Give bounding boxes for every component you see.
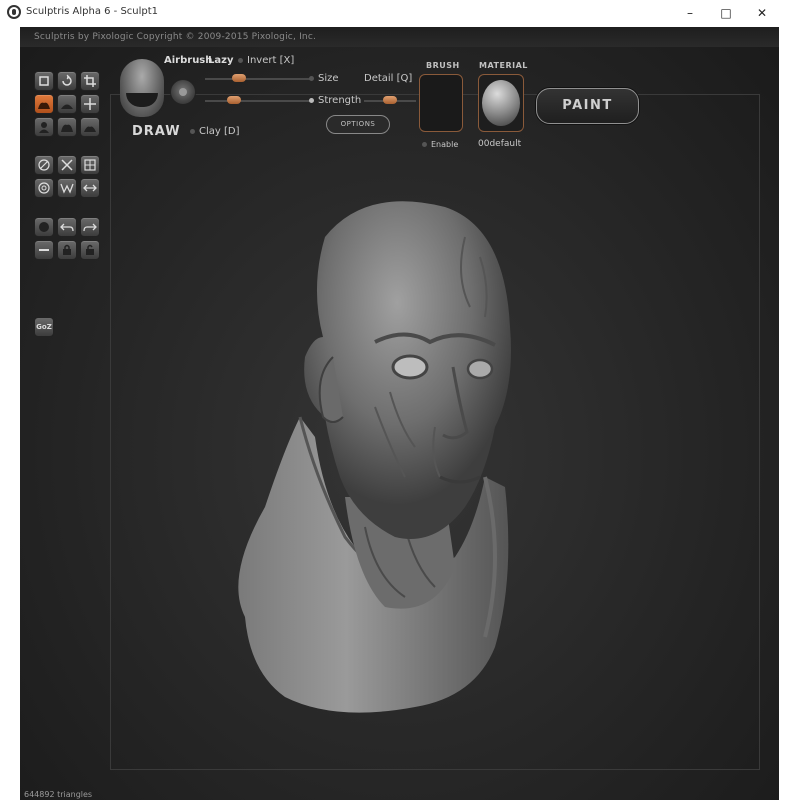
redo-tool-button[interactable] (80, 217, 100, 237)
app-header-strip: Sculptris by Pixologic Copyright © 2009-… (20, 27, 779, 47)
airbrush-toggle[interactable]: Airbrush (164, 55, 212, 66)
rotate-icon (62, 74, 72, 86)
pinch-tool-button[interactable] (80, 117, 100, 137)
paint-button[interactable]: PAINT (536, 88, 639, 124)
size-text: Size (318, 73, 339, 84)
enable-radio-icon (422, 142, 427, 147)
invert-toggle[interactable]: Invert [X] (238, 55, 294, 66)
invert-radio-icon (238, 57, 243, 63)
brush-preview[interactable] (120, 59, 164, 117)
sculptris-app-icon (7, 5, 21, 19)
strength-radio-icon (309, 97, 314, 103)
strength-slider-knob[interactable] (227, 96, 241, 104)
symmetry-icon (38, 159, 50, 171)
pinch-icon (84, 126, 96, 132)
size-slider-track[interactable] (205, 78, 310, 80)
reduce-tool-button[interactable] (57, 178, 77, 198)
inflate-tool-button[interactable] (57, 117, 77, 137)
material-header: MATERIAL (479, 61, 528, 70)
invert-label: Invert [X] (247, 55, 295, 66)
inflate-icon (61, 124, 73, 132)
stroke-type-knob[interactable] (170, 79, 196, 105)
enable-toggle[interactable]: Enable (422, 140, 458, 149)
material-slot[interactable] (478, 74, 524, 132)
material-sphere-preview (482, 80, 520, 126)
sculpted-bust-model[interactable] (205, 177, 535, 727)
strength-slider-track[interactable] (205, 100, 310, 102)
lock-tool-button[interactable] (57, 240, 77, 260)
strength-label: Strength (309, 95, 361, 106)
user-icon (39, 122, 49, 133)
options-button[interactable]: OPTIONS (326, 115, 390, 134)
enable-label: Enable (431, 140, 459, 149)
swap-tool-button[interactable] (80, 178, 100, 198)
clay-label: Clay [D] (199, 126, 240, 137)
undo-icon (60, 223, 74, 232)
minus-icon (39, 249, 49, 251)
grab-icon (39, 76, 49, 86)
clay-toggle[interactable]: Clay [D] (190, 126, 240, 137)
undo-tool-button[interactable] (57, 217, 77, 237)
grab-tool-button[interactable] (34, 71, 54, 91)
crop-icon (84, 75, 96, 87)
rotate-tool-button[interactable] (57, 71, 77, 91)
flatten-tool-button[interactable] (57, 94, 77, 114)
sphere-tool-button[interactable] (34, 217, 54, 237)
lazy-toggle[interactable]: Lazy (208, 55, 233, 66)
minus-tool-button[interactable] (34, 240, 54, 260)
redo-icon (83, 223, 97, 232)
draw-tool-button[interactable] (34, 94, 54, 114)
detail-label[interactable]: Detail [Q] (364, 73, 412, 84)
wireframe-tool-button[interactable] (34, 178, 54, 198)
lock-icon (63, 244, 71, 255)
flatten-icon (61, 104, 73, 109)
unlock-tool-button[interactable] (80, 240, 100, 260)
window-titlebar: Sculptris Alpha 6 - Sculpt1 – □ ✕ (0, 0, 800, 27)
strength-text: Strength (318, 95, 362, 106)
size-slider-knob[interactable] (232, 74, 246, 82)
symmetry-tool-button[interactable] (34, 155, 54, 175)
swap-icon (83, 184, 97, 192)
unlock-icon (86, 244, 94, 255)
tool-name-label: DRAW (132, 124, 181, 139)
mask-tool-button[interactable] (57, 155, 77, 175)
size-radio-icon (309, 75, 314, 81)
grid-icon (84, 159, 96, 171)
grid-tool-button[interactable] (80, 155, 100, 175)
sculptris-workspace[interactable]: Sculptris by Pixologic Copyright © 2009-… (20, 27, 779, 800)
triangle-count-status: 644892 triangles (24, 790, 93, 799)
draw-icon (38, 102, 50, 109)
minimize-button[interactable]: – (676, 4, 704, 22)
crop-tool-button[interactable] (80, 71, 100, 91)
wireframe-icon (38, 182, 50, 194)
move-icon (84, 98, 96, 110)
move-tool-button[interactable] (80, 94, 100, 114)
brush-slot[interactable] (419, 74, 463, 132)
close-button[interactable]: ✕ (748, 4, 776, 22)
mask-icon (61, 159, 73, 171)
detail-slider-knob[interactable] (383, 96, 397, 104)
size-label: Size (309, 73, 339, 84)
user-tool-button[interactable] (34, 117, 54, 137)
goz-button[interactable]: GoZ (34, 317, 54, 337)
reduce-icon (60, 183, 74, 194)
window-title: Sculptris Alpha 6 - Sculpt1 (26, 6, 159, 17)
copyright-text: Sculptris by Pixologic Copyright © 2009-… (34, 32, 317, 42)
clay-radio-icon (190, 128, 195, 134)
brush-header: BRUSH (426, 61, 460, 70)
material-name: 00default (478, 139, 522, 149)
sphere-icon (39, 222, 49, 232)
maximize-button[interactable]: □ (712, 4, 740, 22)
